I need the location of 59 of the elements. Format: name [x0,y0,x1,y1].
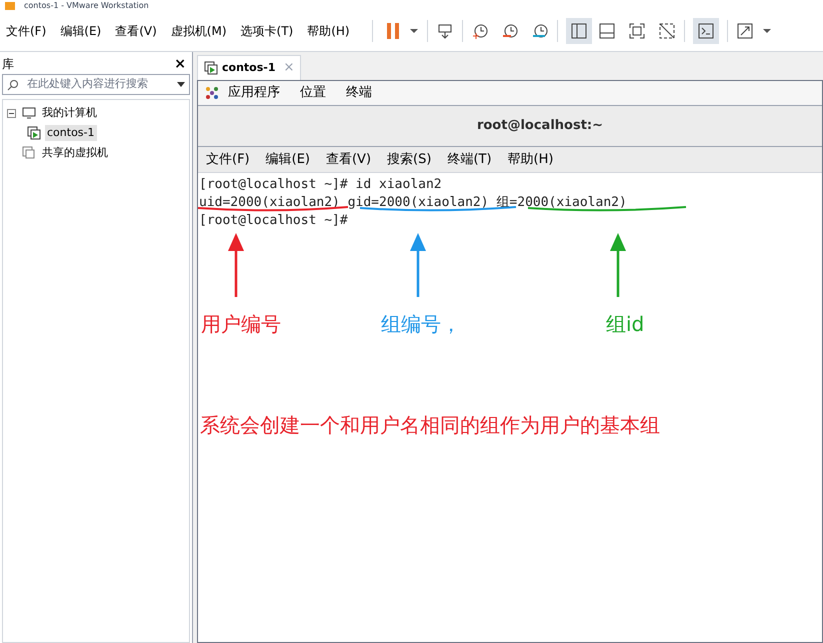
full-screen-icon[interactable] [628,22,646,40]
virtual-machine-icon [204,61,218,75]
unity-off-icon[interactable] [658,22,676,40]
virtual-machine-icon [27,126,41,140]
sidebar-toggle-button[interactable] [566,18,592,44]
menu-item[interactable]: 编辑(E) [60,22,102,40]
snapshot-manager-icon[interactable] [530,22,549,40]
terminal-menu-item[interactable]: 查看(V) [326,150,372,170]
terminal-menu-item[interactable]: 帮助(H) [508,150,554,170]
terminal-menu-item[interactable]: 搜索(S) [387,150,432,170]
menu-item[interactable]: 查看(V) [115,22,157,40]
collapse-icon[interactable] [7,108,16,118]
terminal-title: root@localhost:~ [476,117,604,136]
terminal-line: uid=2000(xiaolan2) gid=2000(xiaolan2) 组=2000(xiaolan2) [199,194,628,212]
terminal-line: [root@localhost ~]# id xiaolan2 [199,176,443,194]
menu-item[interactable]: 虚拟机(M) [170,22,227,40]
sidebar-icon [570,22,587,38]
close-button[interactable]: × [174,54,186,74]
window-title: contos-1 - VMware Workstation [24,1,149,10]
pause-icon[interactable] [384,22,401,40]
panel-menu-item[interactable]: 应用程序 [228,83,280,103]
send-keys-icon[interactable] [436,22,454,40]
terminal-menu-item[interactable]: 文件(F) [206,150,250,170]
monitor-icon [22,106,36,120]
terminal-icon [698,22,714,38]
annotation-label: 组id [606,311,644,338]
gnome-foot-icon[interactable] [204,85,220,101]
menu-item[interactable]: 文件(F) [6,22,46,40]
terminal-line: [root@localhost ~]# [199,212,349,230]
arrow-drawing [610,233,626,297]
terminal-menu-item[interactable]: 终端(T) [447,150,492,170]
dropdown-caret-icon [177,82,185,87]
snapshot-icon[interactable] [470,22,489,40]
thumbnail-bar-icon[interactable] [598,22,616,40]
revert-snapshot-icon[interactable] [500,22,519,40]
stretch-icon[interactable] [736,22,754,40]
console-view-button[interactable] [692,18,719,44]
tree-item[interactable]: 共享的虚拟机 [40,144,110,162]
tab-label: contos-1 [222,60,276,76]
library-title: 库 [2,56,14,73]
arrow-drawing [410,233,426,297]
vm-tab[interactable]: contos-1 × [197,55,302,80]
annotation-note: 系统会创建一个和用户名相同的组作为用户的基本组 [200,412,660,439]
app-logo-icon [4,1,16,10]
tree-item[interactable]: 我的计算机 [40,104,99,122]
annotation-label: 用户编号 [201,311,281,338]
shared-vm-icon [22,146,36,160]
search-field[interactable]: 在此处键入内容进行搜索 [2,74,190,95]
terminal-menu-item[interactable]: 编辑(E) [266,150,310,170]
search-icon [7,78,19,90]
arrow-drawing [228,233,244,297]
menu-item[interactable]: 选项卡(T) [240,22,294,40]
menu-item[interactable]: 帮助(H) [307,22,350,40]
tree-item[interactable]: contos-1 [45,124,96,142]
panel-menu-item[interactable]: 终端 [346,83,372,103]
caret-icon[interactable] [762,28,772,34]
caret-icon[interactable] [408,28,419,34]
annotation-label: 组编号， [381,311,461,338]
panel-menu-item[interactable]: 位置 [300,83,326,103]
